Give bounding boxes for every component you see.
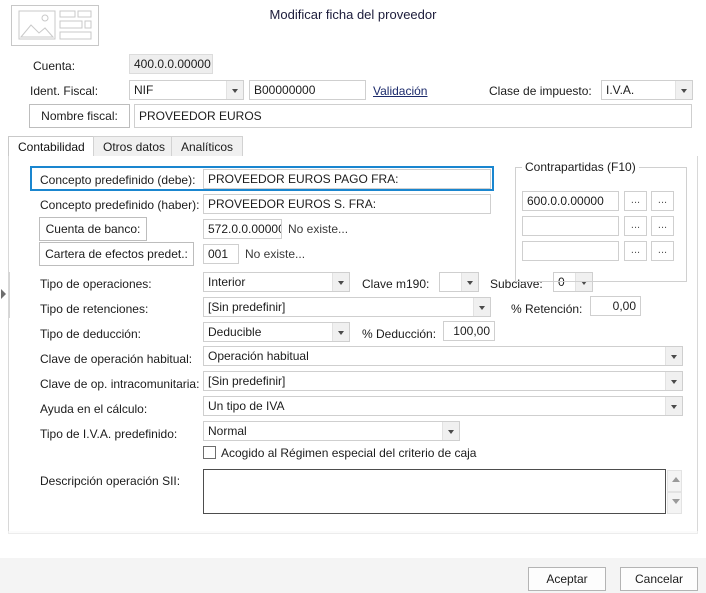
cuenta-banco-field[interactable]: 572.0.0.00000 <box>203 219 282 239</box>
tab-strip: Contabilidad Otros datos Analíticos <box>8 136 698 157</box>
tipo-iva-combo[interactable]: Normal <box>203 421 460 441</box>
contrapartida-browse-3a[interactable]: ... <box>624 241 647 261</box>
chevron-down-icon[interactable] <box>473 298 490 316</box>
scroll-down-button[interactable] <box>667 492 682 514</box>
cuenta-banco-status: No existe... <box>288 222 349 236</box>
cartera-efectos-status: No existe... <box>245 247 306 261</box>
descripcion-sii-textarea[interactable] <box>203 469 666 514</box>
panel-divider <box>9 272 10 318</box>
contrapartida-browse-1a[interactable]: ... <box>624 191 647 211</box>
cuenta-banco-button[interactable]: Cuenta de banco: <box>39 217 147 241</box>
chevron-down-icon[interactable] <box>442 422 459 440</box>
tipo-retenciones-combo[interactable]: [Sin predefinir] <box>203 297 491 317</box>
concepto-debe-field[interactable]: PROVEEDOR EUROS PAGO FRA: <box>203 169 491 189</box>
tipo-operaciones-value: Interior <box>208 275 246 289</box>
cuenta-label: Cuenta: <box>33 59 76 73</box>
tipo-deduccion-combo[interactable]: Deducible <box>203 322 350 342</box>
concepto-debe-label: Concepto predefinido (debe): <box>40 173 196 187</box>
chevron-down-icon[interactable] <box>461 273 478 291</box>
pct-deduccion-field[interactable]: 100,00 <box>443 321 495 341</box>
pct-retencion-label: % Retención: <box>511 302 583 316</box>
tipo-iva-value: Normal <box>208 424 247 438</box>
tab-otros-datos[interactable]: Otros datos <box>93 136 176 157</box>
chevron-down-icon[interactable] <box>226 81 243 99</box>
clase-impuesto-value: I.V.A. <box>606 83 635 97</box>
contrapartida-browse-3b[interactable]: ... <box>651 241 674 261</box>
cuenta-field[interactable]: 400.0.0.00000 <box>129 54 213 74</box>
chevron-down-icon[interactable] <box>332 273 349 291</box>
cancel-button[interactable]: Cancelar <box>620 567 698 591</box>
tipo-retenciones-label: Tipo de retenciones: <box>40 302 149 316</box>
ident-fiscal-type-value: NIF <box>134 83 154 97</box>
window-title: Modificar ficha del proveedor <box>269 7 437 22</box>
contrapartida-browse-2a[interactable]: ... <box>624 216 647 236</box>
concepto-haber-field[interactable]: PROVEEDOR EUROS S. FRA: <box>203 194 491 214</box>
expand-arrow-icon[interactable] <box>0 288 7 300</box>
scroll-up-button[interactable] <box>667 470 682 492</box>
panel-shadow <box>8 531 698 534</box>
nombre-fiscal-field[interactable]: PROVEEDOR EUROS <box>134 104 692 128</box>
clave-op-intra-label: Clave de op. intracomunitaria: <box>40 377 200 391</box>
tipo-operaciones-label: Tipo de operaciones: <box>40 277 152 291</box>
contrapartidas-title: Contrapartidas (F10) <box>522 160 639 174</box>
cartera-efectos-button[interactable]: Cartera de efectos predet.: <box>39 242 194 266</box>
contrapartida-field-2[interactable] <box>522 216 619 236</box>
criterio-caja-label: Acogido al Régimen especial del criterio… <box>221 446 477 460</box>
clave-op-habitual-value: Operación habitual <box>208 349 309 363</box>
clave-op-habitual-combo[interactable]: Operación habitual <box>203 346 683 366</box>
chevron-down-icon[interactable] <box>665 397 682 415</box>
contrapartida-field-1[interactable]: 600.0.0.00000 <box>522 191 619 211</box>
ayuda-calculo-label: Ayuda en el cálculo: <box>40 402 148 416</box>
ayuda-calculo-value: Un tipo de IVA <box>208 399 285 413</box>
tipo-deduccion-label: Tipo de deducción: <box>40 327 141 341</box>
tab-contabilidad[interactable]: Contabilidad <box>8 136 95 157</box>
pct-deduccion-label: % Deducción: <box>362 327 437 341</box>
validacion-link[interactable]: Validación <box>373 84 427 98</box>
ayuda-calculo-combo[interactable]: Un tipo de IVA <box>203 396 683 416</box>
dialog-window: Modificar ficha del proveedor Cuenta: 40… <box>0 0 706 593</box>
accept-button[interactable]: Aceptar <box>528 567 606 591</box>
chevron-down-icon[interactable] <box>665 372 682 390</box>
contrapartida-browse-2b[interactable]: ... <box>651 216 674 236</box>
tipo-deduccion-value: Deducible <box>208 325 262 339</box>
clave-op-habitual-label: Clave de operación habitual: <box>40 352 193 366</box>
contrapartida-browse-1b[interactable]: ... <box>651 191 674 211</box>
tipo-iva-label: Tipo de I.V.A. predefinido: <box>40 427 178 441</box>
clase-impuesto-combo[interactable]: I.V.A. <box>601 80 693 100</box>
chevron-down-icon[interactable] <box>665 347 682 365</box>
ident-fiscal-label: Ident. Fiscal: <box>30 84 99 98</box>
chevron-down-icon[interactable] <box>332 323 349 341</box>
tab-analiticos[interactable]: Analíticos <box>171 136 244 157</box>
clase-impuesto-label: Clase de impuesto: <box>489 84 592 98</box>
clave-m190-combo[interactable] <box>439 272 479 292</box>
contrapartida-field-3[interactable] <box>522 241 619 261</box>
tipo-retenciones-value: [Sin predefinir] <box>208 300 286 314</box>
clave-op-intra-combo[interactable]: [Sin predefinir] <box>203 371 683 391</box>
concepto-haber-label: Concepto predefinido (haber): <box>40 198 200 212</box>
criterio-caja-checkbox[interactable] <box>203 446 216 459</box>
pct-retencion-field[interactable]: 0,00 <box>590 296 641 316</box>
clave-op-intra-value: [Sin predefinir] <box>208 374 286 388</box>
ident-fiscal-number-field[interactable]: B00000000 <box>249 80 366 100</box>
tipo-operaciones-combo[interactable]: Interior <box>203 272 350 292</box>
descripcion-sii-label: Descripción operación SII: <box>40 474 181 488</box>
cartera-efectos-field[interactable]: 001 <box>203 244 239 264</box>
clave-m190-label: Clave m190: <box>362 277 430 291</box>
ident-fiscal-type-combo[interactable]: NIF <box>129 80 244 100</box>
chevron-down-icon[interactable] <box>675 81 692 99</box>
nombre-fiscal-button[interactable]: Nombre fiscal: <box>29 104 130 128</box>
